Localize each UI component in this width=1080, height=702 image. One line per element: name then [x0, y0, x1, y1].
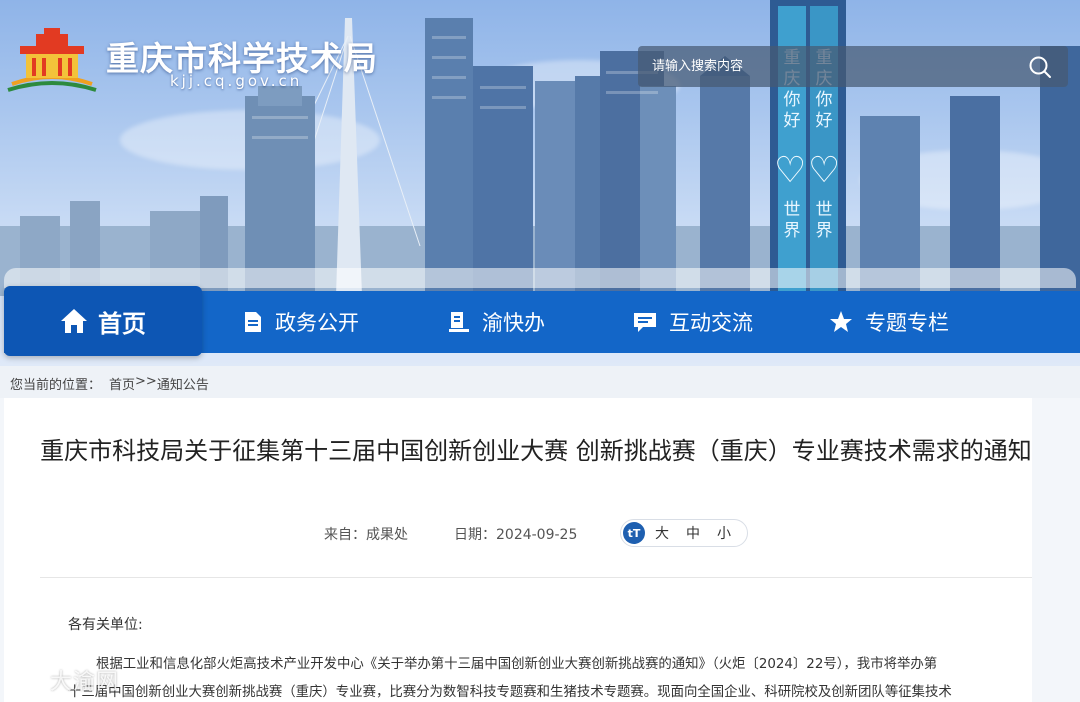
- font-size-switcher: tT 大 中 小: [620, 519, 748, 547]
- nav-home-label: 首页: [98, 309, 146, 338]
- article-title: 重庆市科技局关于征集第十三届中国创新创业大赛 创新挑战赛（重庆）专业赛技术需求的…: [40, 437, 1032, 465]
- article-paragraph-line: 十三届中国创新创业大赛创新挑战赛（重庆）专业赛，比赛分为数智科技专题赛和生猪技术…: [68, 685, 952, 700]
- font-size-small-button[interactable]: 小: [717, 523, 731, 543]
- billboard-text-left-bottom: 世界: [783, 200, 801, 241]
- nav-item-interaction[interactable]: 互动交流: [633, 291, 753, 353]
- breadcrumb-separator: >>: [135, 374, 157, 389]
- search-box: [638, 46, 1068, 87]
- nav-item-government-affairs[interactable]: 政务公开: [243, 291, 359, 353]
- breadcrumb: 您当前的位置： 首页 >> 通知公告: [10, 374, 209, 393]
- document-icon: [245, 312, 261, 332]
- nav-item-label: 互动交流: [669, 311, 753, 335]
- article-paragraph-line: 根据工业和信息化部火炬高技术产业开发中心《关于举办第十三届中国创新创业大赛创新挑…: [96, 657, 938, 672]
- article-date: 日期：2024-09-25: [454, 527, 578, 543]
- watermark-logo-icon: [8, 668, 45, 692]
- watermark-text: 大渝网: [50, 670, 120, 695]
- search-button[interactable]: [1012, 46, 1068, 87]
- search-icon: [1029, 56, 1051, 78]
- article-divider: [40, 577, 1032, 578]
- breadcrumb-prefix: 您当前的位置：: [10, 378, 102, 393]
- article-salutation: 各有关单位:: [68, 617, 143, 633]
- site-logo[interactable]: [6, 26, 98, 96]
- book-icon: [449, 312, 469, 332]
- billboard-text-right-bottom: 世界: [815, 200, 833, 241]
- home-icon: [61, 309, 87, 333]
- nav-item-special-topics[interactable]: 专题专栏: [829, 291, 949, 353]
- breadcrumb-home-link[interactable]: 首页: [109, 374, 135, 393]
- nav-item-home[interactable]: 首页: [4, 286, 202, 356]
- star-icon: [830, 311, 852, 332]
- watermark: 大渝网: [6, 664, 119, 696]
- heart-icon: ♡: [808, 150, 841, 191]
- article-source: 来自：成果处: [324, 527, 408, 543]
- nav-item-label: 渝快办: [482, 311, 545, 335]
- nav-top-glow: [4, 268, 1076, 288]
- heart-icon: ♡: [774, 150, 807, 191]
- chat-icon: [634, 313, 656, 332]
- font-size-icon: tT: [623, 522, 645, 544]
- font-size-large-button[interactable]: 大: [655, 523, 669, 543]
- search-input[interactable]: [638, 46, 1012, 87]
- nav-item-label: 政务公开: [275, 311, 359, 335]
- site-domain: kjj.cq.gov.cn: [170, 72, 303, 90]
- font-size-medium-button[interactable]: 中: [686, 523, 700, 543]
- nav-item-yukuaiban[interactable]: 渝快办: [448, 291, 545, 353]
- breadcrumb-current-link[interactable]: 通知公告: [157, 374, 209, 393]
- nav-item-label: 专题专栏: [865, 311, 949, 335]
